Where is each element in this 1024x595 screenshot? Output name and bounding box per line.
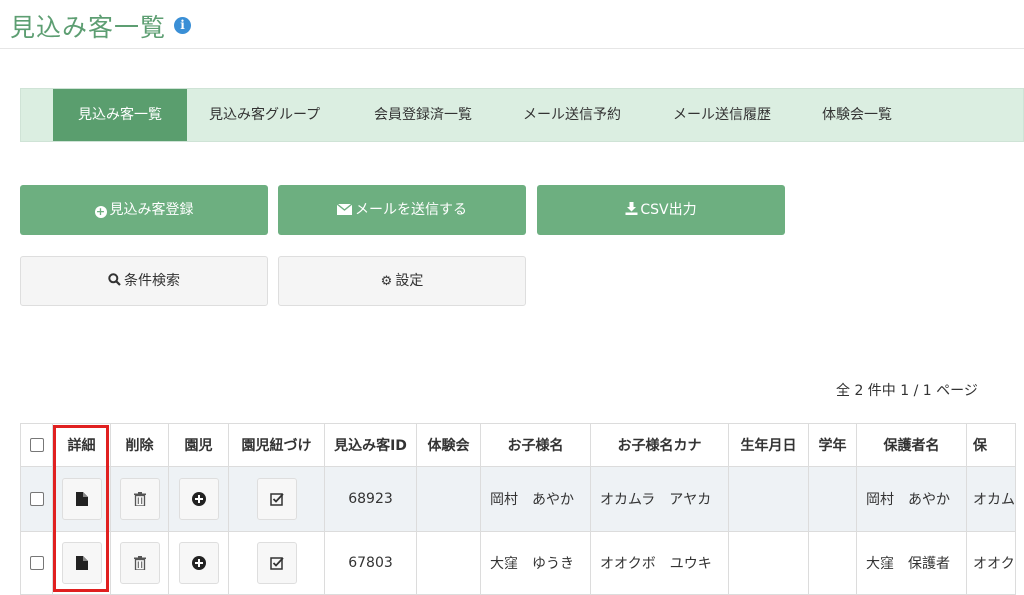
send-mail-button[interactable]: メールを送信する (278, 185, 526, 235)
plus-circle-icon: + (94, 205, 107, 218)
tab-mail-schedule[interactable]: メール送信予約 (523, 89, 621, 141)
link-child-button[interactable] (256, 542, 297, 584)
envelope-icon (336, 203, 353, 215)
search-icon (108, 273, 121, 286)
plus-circle-icon (191, 492, 206, 506)
col-child: 園児 (168, 423, 229, 467)
add-child-button[interactable] (178, 478, 219, 520)
row-checkbox[interactable] (29, 556, 44, 570)
col-grade: 学年 (808, 423, 857, 467)
tab-prospects[interactable]: 見込み客一覧 (53, 89, 187, 141)
delete-cell (110, 531, 169, 595)
select-all-checkbox[interactable] (29, 438, 44, 452)
tab-prospect-groups[interactable]: 見込み客グループ (209, 89, 320, 141)
child-cell (168, 531, 229, 595)
child-kana-cell: オカムラ アヤカ (590, 466, 729, 532)
table-header-row: 詳細 削除 園児 園児紐づけ 見込み客ID 体験会 お子様名 お子様名カナ 生年… (20, 423, 1016, 467)
tab-trial-events[interactable]: 体験会一覧 (822, 89, 892, 141)
row-checkbox[interactable] (29, 492, 44, 506)
col-guardian-kana: 保 (966, 423, 1016, 467)
grade-cell (808, 466, 857, 532)
tab-bar: 見込み客一覧 見込み客グループ 会員登録済一覧 メール送信予約 メール送信履歴 … (20, 88, 1024, 142)
child-name-cell: 大窪 ゆうき (480, 531, 591, 595)
col-delete: 削除 (110, 423, 169, 467)
prospect-table: 詳細 削除 園児 園児紐づけ 見込み客ID 体験会 お子様名 お子様名カナ 生年… (20, 423, 1016, 595)
prospect-id-cell: 68923 (324, 466, 417, 532)
col-child-kana: お子様名カナ (590, 423, 729, 467)
child-link-cell (228, 466, 325, 532)
delete-button[interactable] (119, 542, 160, 584)
col-child-name: お子様名 (480, 423, 591, 467)
delete-cell (110, 466, 169, 532)
condition-search-button[interactable]: 条件検索 (20, 256, 268, 306)
link-child-button[interactable] (256, 478, 297, 520)
tab-mail-history[interactable]: メール送信履歴 (673, 89, 771, 141)
birthdate-cell (728, 531, 809, 595)
child-kana-cell: オオクボ ユウキ (590, 531, 729, 595)
page-title: 見込み客一覧 (10, 13, 167, 42)
csv-export-button[interactable]: CSV出力 (537, 185, 785, 235)
download-icon (625, 202, 638, 215)
gear-icon: ⚙ (380, 274, 393, 289)
prospect-id-cell: 67803 (324, 531, 417, 595)
birthdate-cell (728, 466, 809, 532)
check-square-icon (269, 557, 284, 570)
guardian-name-cell: 岡村 あやか (856, 466, 967, 532)
register-prospect-button[interactable]: + 見込み客登録 (20, 185, 268, 235)
detail-column-highlight (53, 425, 109, 592)
select-all-cell (20, 423, 53, 467)
trash-icon (133, 492, 146, 506)
trial-event-cell (416, 531, 481, 595)
col-guardian-name: 保護者名 (856, 423, 967, 467)
add-child-button[interactable] (178, 542, 219, 584)
guardian-kana-cell: オカム (966, 466, 1016, 532)
info-circle-icon[interactable]: i (174, 17, 191, 34)
col-birthdate: 生年月日 (728, 423, 809, 467)
child-link-cell (228, 531, 325, 595)
table-row: 67803 大窪 ゆうき オオクボ ユウキ 大窪 保護者 オオク (20, 531, 1016, 595)
delete-button[interactable] (119, 478, 160, 520)
pagination-info: 全 2 件中 1 / 1 ページ (836, 383, 978, 399)
plus-circle-icon (191, 556, 206, 570)
child-name-cell: 岡村 あやか (480, 466, 591, 532)
page-header: 見込み客一覧 i (0, 0, 1024, 49)
guardian-kana-cell: オオク (966, 531, 1016, 595)
tab-registered-members[interactable]: 会員登録済一覧 (374, 89, 472, 141)
row-select-cell (20, 531, 53, 595)
guardian-name-cell: 大窪 保護者 (856, 531, 967, 595)
trial-event-cell (416, 466, 481, 532)
col-trial-event: 体験会 (416, 423, 481, 467)
table-row: 68923 岡村 あやか オカムラ アヤカ 岡村 あやか オカム (20, 466, 1016, 532)
settings-button[interactable]: ⚙ 設定 (278, 256, 526, 306)
child-cell (168, 466, 229, 532)
col-child-link: 園児紐づけ (228, 423, 325, 467)
trash-icon (133, 556, 146, 570)
check-square-icon (269, 493, 284, 506)
col-prospect-id: 見込み客ID (324, 423, 417, 467)
grade-cell (808, 531, 857, 595)
row-select-cell (20, 466, 53, 532)
